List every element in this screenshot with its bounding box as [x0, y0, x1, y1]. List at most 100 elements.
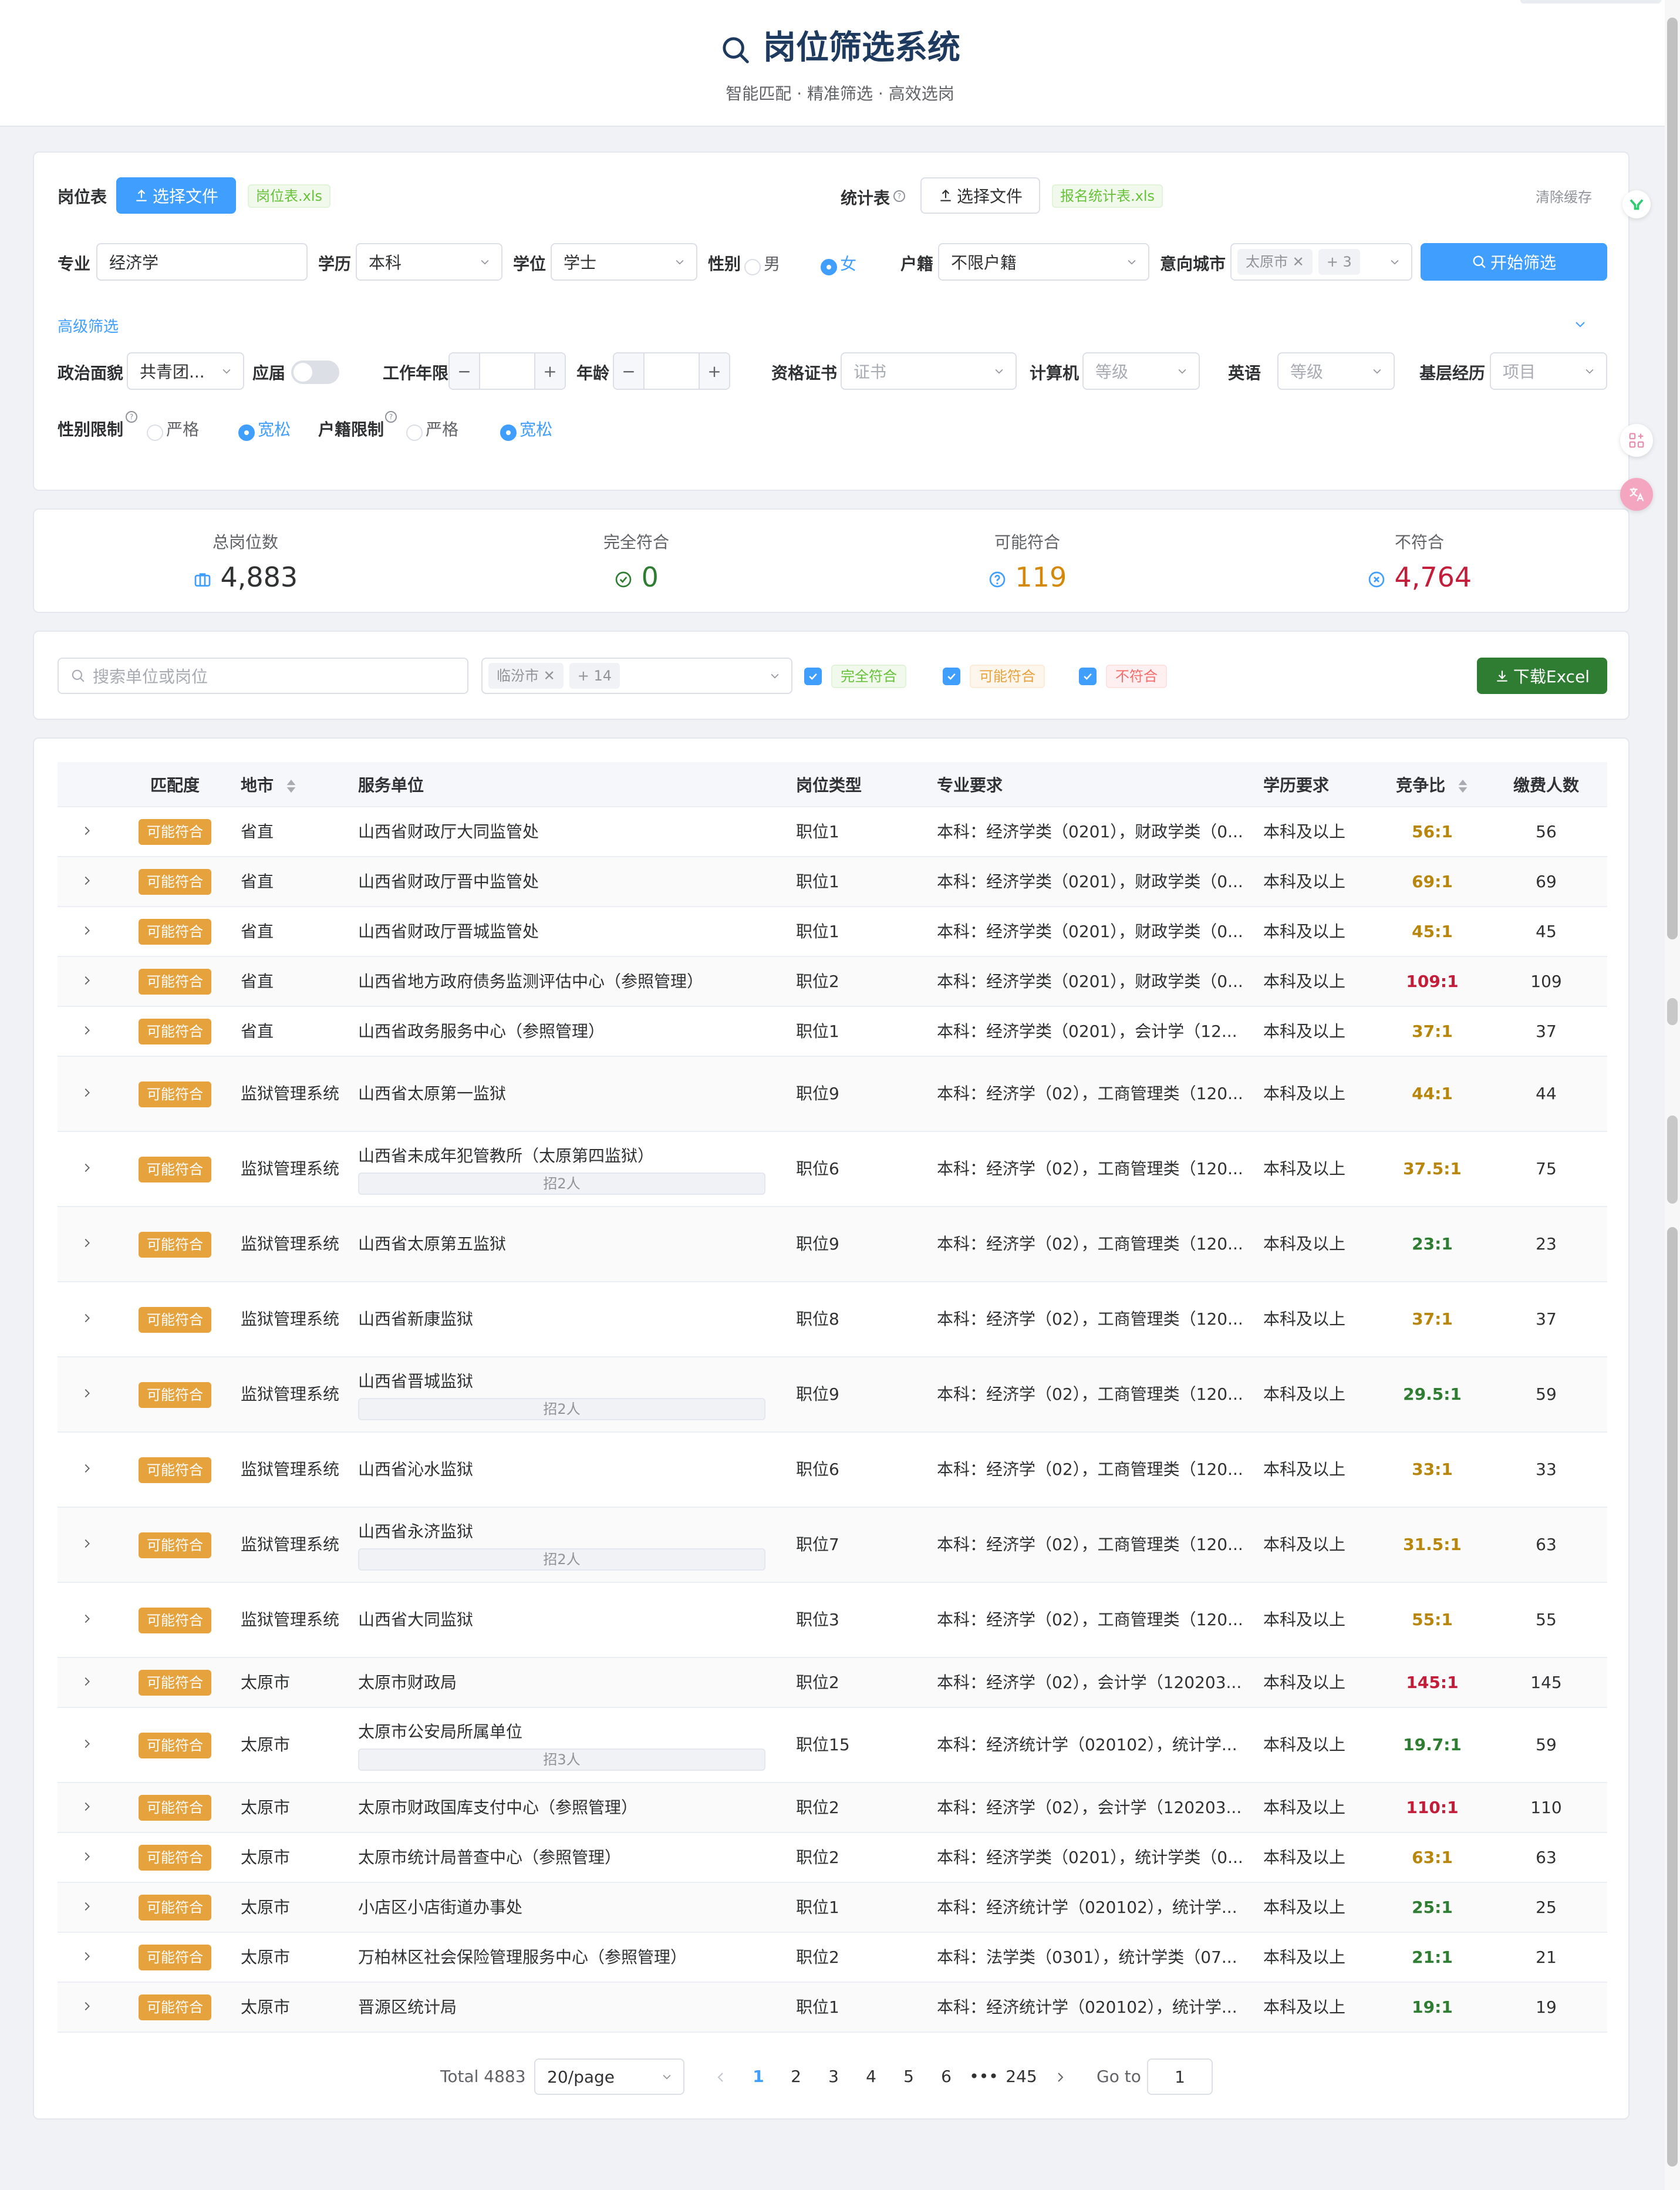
scrollbar-thumb[interactable]	[1667, 18, 1678, 939]
maybe-match-checkbox[interactable]: 可能符合	[943, 665, 1045, 688]
full-match-checkbox[interactable]: 完全符合	[804, 665, 906, 688]
table-row[interactable]: 可能符合 省直 山西省财政厅大同监管处 职位1 本科：经济学类（0201），财政学类（0…	[58, 807, 1607, 857]
expand-cell[interactable]	[58, 907, 116, 957]
chevron-right-icon[interactable]	[80, 1900, 93, 1913]
expand-cell[interactable]	[58, 1131, 116, 1207]
chevron-down-icon[interactable]	[1573, 317, 1587, 331]
expand-cell[interactable]	[58, 1982, 116, 2033]
chevron-right-icon[interactable]	[80, 974, 93, 987]
page-number[interactable]: 6	[927, 2067, 965, 2086]
expand-cell[interactable]	[58, 1207, 116, 1282]
chevron-right-icon[interactable]	[80, 1462, 93, 1475]
expand-cell[interactable]	[58, 1507, 116, 1583]
gender-male-radio[interactable]: 男	[744, 251, 780, 275]
table-row[interactable]: 可能符合 监狱管理系统 山西省晋城监狱 招2人 职位9 本科：经济学（02），工商管理类（…	[58, 1357, 1607, 1433]
assistant-logo-icon[interactable]	[1622, 190, 1651, 218]
chevron-right-icon[interactable]	[80, 1800, 93, 1813]
help-icon[interactable]: ?	[384, 410, 398, 424]
certificate-select[interactable]: 证书	[841, 352, 1017, 390]
chevron-right-icon[interactable]	[80, 1950, 93, 1963]
huji-select[interactable]: 不限户籍	[938, 243, 1149, 281]
table-row[interactable]: 可能符合 省直 山西省财政厅晋城监管处 职位1 本科：经济学类（0201），财政学类（0…	[58, 907, 1607, 957]
expand-cell[interactable]	[58, 1832, 116, 1883]
scrollbar-thumb-3[interactable]	[1667, 1116, 1678, 1204]
table-row[interactable]: 可能符合 太原市 太原市财政局 职位2 本科：经济学（02），会计学（120203...…	[58, 1657, 1607, 1708]
plus-icon[interactable]: +	[699, 353, 729, 389]
gender-female-radio[interactable]: 女	[821, 251, 856, 275]
chevron-right-icon[interactable]	[80, 1612, 93, 1625]
help-icon[interactable]: ?	[124, 410, 139, 424]
table-row[interactable]: 可能符合 省直 山西省财政厅晋中监管处 职位1 本科：经济学类（0201），财政学类（0…	[58, 857, 1607, 907]
prev-page-icon[interactable]	[714, 2070, 728, 2084]
chevron-right-icon[interactable]	[80, 1024, 93, 1037]
translate-icon[interactable]	[1620, 478, 1653, 511]
major-input[interactable]: 经济学	[96, 243, 308, 281]
chevron-right-icon[interactable]	[80, 1161, 93, 1174]
expand-cell[interactable]	[58, 956, 116, 1007]
table-row[interactable]: 可能符合 监狱管理系统 山西省太原第一监狱 职位9 本科：经济学（02），工商管理类（1…	[58, 1056, 1607, 1132]
table-row[interactable]: 可能符合 省直 山西省地方政府债务监测评估中心（参照管理） 职位2 本科：经济学类（02…	[58, 956, 1607, 1007]
expand-cell[interactable]	[58, 1357, 116, 1433]
clear-cache-link[interactable]: 清除缓存	[1536, 186, 1592, 206]
table-row[interactable]: 可能符合 监狱管理系统 山西省太原第五监狱 职位9 本科：经济学（02），工商管理类（1…	[58, 1207, 1607, 1282]
scrollbar-thumb-2[interactable]	[1667, 998, 1678, 1025]
sort-icon[interactable]	[1457, 779, 1469, 794]
table-row[interactable]: 可能符合 监狱管理系统 山西省新康监狱 职位8 本科：经济学（02），工商管理类（120…	[58, 1282, 1607, 1357]
chevron-right-icon[interactable]	[80, 924, 93, 937]
page-number[interactable]: 1	[740, 2067, 777, 2086]
chevron-right-icon[interactable]	[80, 1312, 93, 1325]
expand-cell[interactable]	[58, 1783, 116, 1833]
chevron-right-icon[interactable]	[80, 1850, 93, 1863]
city-multiselect[interactable]: 太原市 ✕ + 3	[1230, 243, 1412, 281]
education-select[interactable]: 本科	[356, 243, 502, 281]
advanced-filter-toggle[interactable]: 高级筛选	[58, 315, 119, 336]
goto-page-input[interactable]: 1	[1147, 2058, 1213, 2095]
expand-cell[interactable]	[58, 1432, 116, 1508]
no-match-checkbox[interactable]: 不符合	[1079, 665, 1167, 688]
chevron-right-icon[interactable]	[80, 1675, 93, 1688]
age-stepper[interactable]: − +	[613, 352, 730, 390]
chevron-right-icon[interactable]	[80, 1387, 93, 1400]
grassroots-select[interactable]: 项目	[1490, 352, 1607, 390]
city-filter-multiselect[interactable]: 临汾市 ✕ + 14	[481, 658, 792, 694]
chevron-right-icon[interactable]	[80, 824, 93, 837]
table-row[interactable]: 可能符合 监狱管理系统 山西省未成年犯管教所（太原第四监狱） 招2人 职位6 本科：经济学…	[58, 1131, 1607, 1207]
apps-icon[interactable]	[1620, 424, 1653, 457]
expand-cell[interactable]	[58, 1282, 116, 1357]
gender-limit-loose-radio[interactable]: 宽松	[238, 417, 291, 441]
work-years-stepper[interactable]: − +	[448, 352, 566, 390]
computer-select[interactable]: 等级	[1082, 352, 1200, 390]
expand-cell[interactable]	[58, 1882, 116, 1933]
header-city[interactable]: 地市	[234, 762, 351, 807]
expand-cell[interactable]	[58, 1006, 116, 1057]
degree-select[interactable]: 学士	[551, 243, 697, 281]
post-file-button[interactable]: 选择文件	[116, 177, 236, 214]
fresh-grad-switch[interactable]	[291, 360, 339, 384]
table-row[interactable]: 可能符合 省直 山西省政务服务中心（参照管理） 职位1 本科：经济学类（0201），会计…	[58, 1006, 1607, 1057]
huji-limit-strict-radio[interactable]: 严格	[406, 417, 458, 441]
page-number[interactable]: 3	[815, 2067, 852, 2086]
expand-cell[interactable]	[58, 857, 116, 907]
page-number[interactable]: 245	[1003, 2067, 1040, 2086]
expand-cell[interactable]	[58, 1932, 116, 1983]
page-number[interactable]: 4	[852, 2067, 890, 2086]
table-row[interactable]: 可能符合 太原市 晋源区统计局 职位1 本科：经济统计学（020102），统计学... 本…	[58, 1982, 1607, 2033]
download-excel-button[interactable]: 下载Excel	[1477, 658, 1607, 694]
expand-cell[interactable]	[58, 1582, 116, 1658]
chevron-right-icon[interactable]	[80, 1737, 93, 1750]
minus-icon[interactable]: −	[450, 353, 480, 389]
close-icon[interactable]: ✕	[544, 668, 555, 684]
search-input[interactable]: 搜索单位或岗位	[58, 658, 468, 694]
next-page-icon[interactable]	[1053, 2070, 1067, 2084]
scrollbar-thumb-4[interactable]	[1667, 1227, 1678, 2167]
page-ellipsis[interactable]: •••	[965, 2067, 1003, 2086]
chevron-right-icon[interactable]	[80, 874, 93, 887]
table-row[interactable]: 可能符合 监狱管理系统 山西省永济监狱 招2人 职位7 本科：经济学（02），工商管理类（…	[58, 1507, 1607, 1583]
chevron-right-icon[interactable]	[80, 1537, 93, 1550]
expand-cell[interactable]	[58, 1056, 116, 1132]
table-row[interactable]: 可能符合 监狱管理系统 山西省沁水监狱 职位6 本科：经济学（02），工商管理类（120…	[58, 1432, 1607, 1508]
expand-cell[interactable]	[58, 1657, 116, 1708]
gender-limit-strict-radio[interactable]: 严格	[147, 417, 199, 441]
sort-icon[interactable]	[285, 779, 297, 794]
help-icon[interactable]: ?	[892, 189, 906, 203]
